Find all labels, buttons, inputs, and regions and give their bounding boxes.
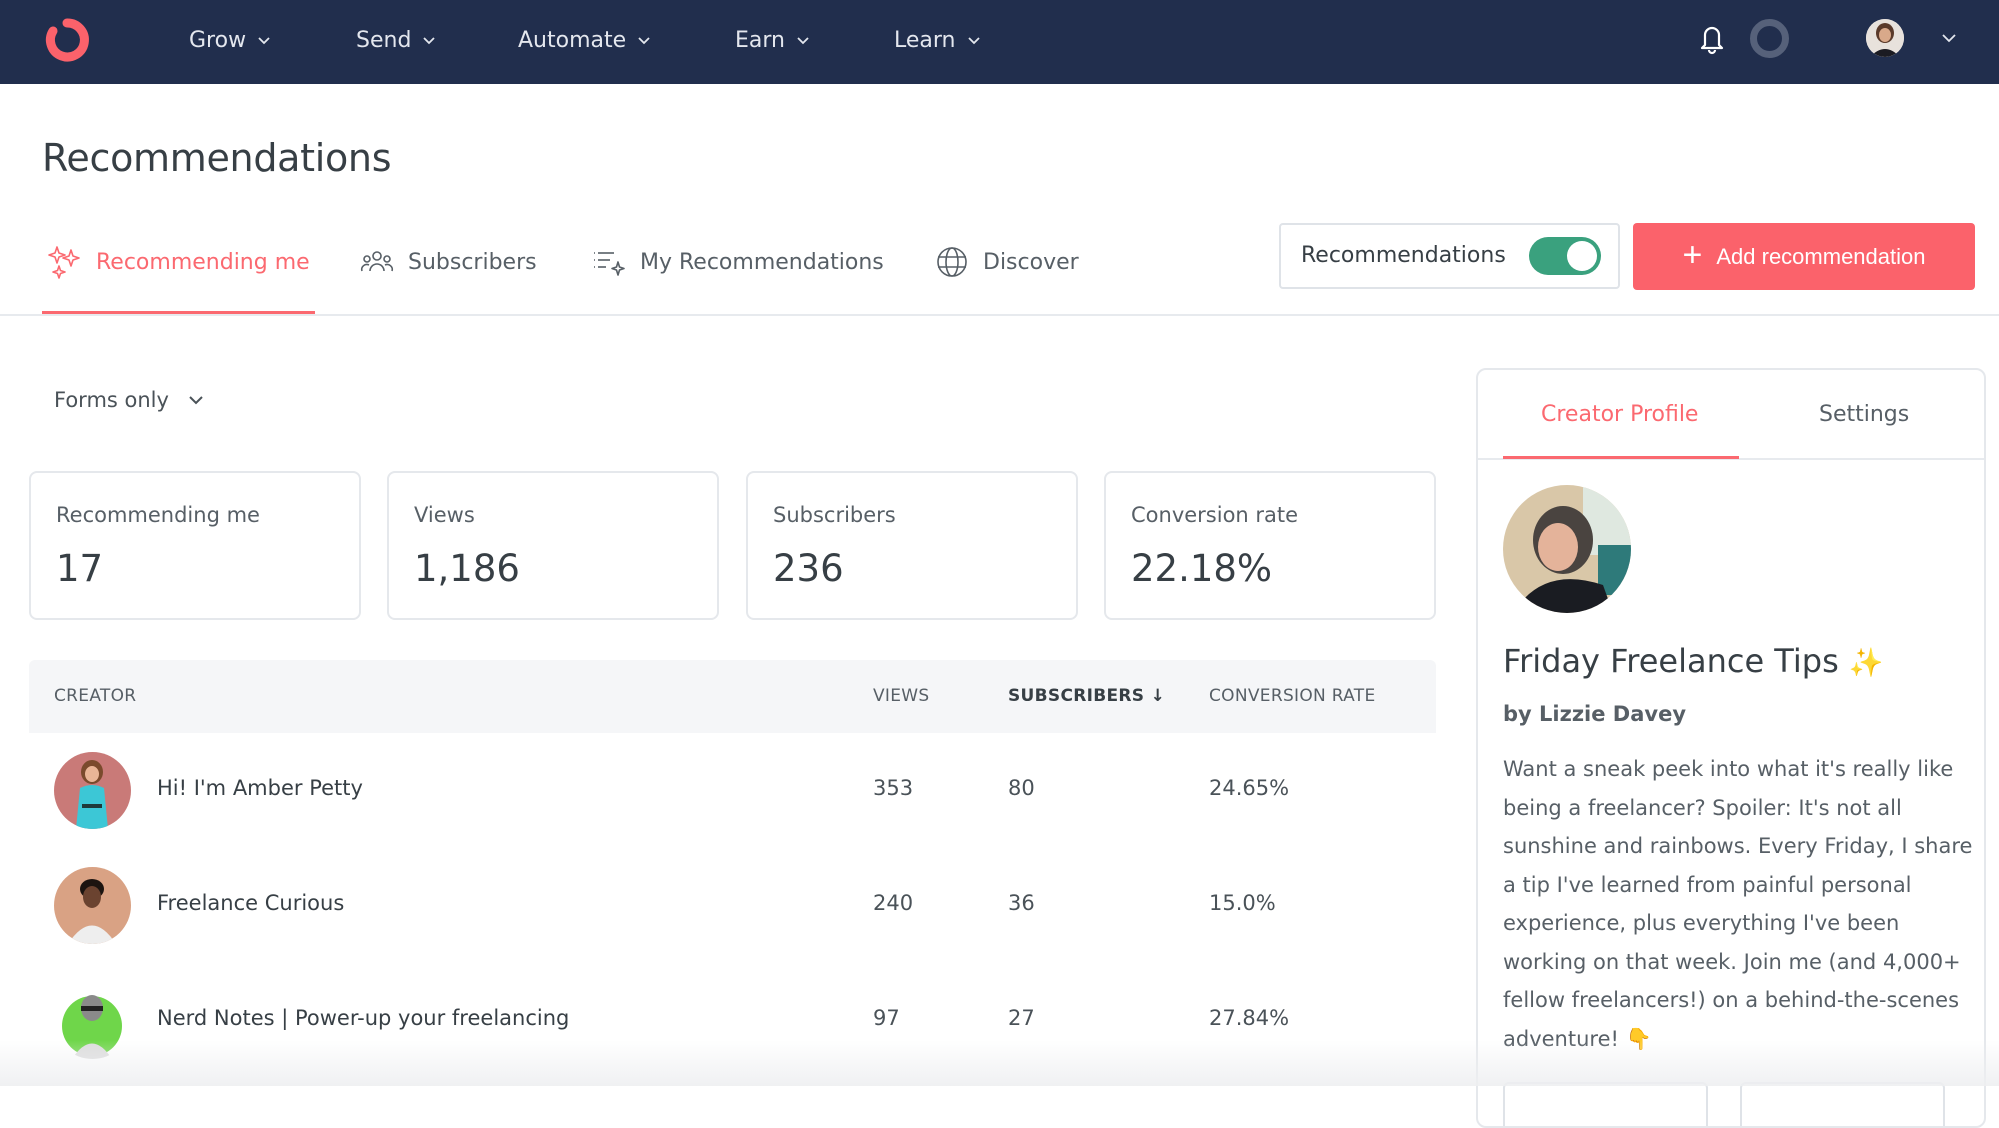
tab-label: Discover [983, 249, 1079, 275]
conversion-rate-cell: 24.65% [1209, 776, 1290, 800]
stat-label: Conversion rate [1131, 503, 1299, 527]
sort-arrow-down-icon: ↓ [1150, 686, 1166, 706]
creator-name[interactable]: Nerd Notes | Power-up your freelancing [157, 1006, 569, 1030]
chevron-down-icon[interactable] [1940, 30, 1958, 46]
sparkles-icon [48, 246, 80, 279]
panel-action-button[interactable] [1740, 1082, 1945, 1126]
table-header: CREATOR VIEWS SUBSCRIBERS ↓ CONVERSION R… [29, 660, 1436, 733]
recommendations-toggle-container: Recommendations [1279, 223, 1620, 289]
avatar-image-icon [54, 867, 131, 944]
tabs-divider [0, 314, 1999, 316]
users-icon [360, 251, 394, 272]
sparkles-icon: ✨ [1848, 646, 1884, 679]
nav-item-label: Grow [189, 27, 247, 53]
creator-profile-panel: Creator Profile Settings Friday Freelanc… [1476, 368, 1986, 1128]
subscribers-cell: 36 [1008, 891, 1035, 915]
toggle-label: Recommendations [1301, 243, 1506, 268]
user-avatar[interactable] [1866, 19, 1904, 57]
table-row[interactable]: Freelance Curious 240 36 15.0% [29, 848, 1436, 963]
column-header-views[interactable]: VIEWS [873, 686, 929, 706]
plus-icon: + [1682, 236, 1703, 274]
nav-item-automate[interactable]: Automate [518, 24, 652, 56]
nav-item-label: Learn [894, 27, 956, 53]
profile-title: Friday Freelance Tips ✨ [1503, 642, 1884, 680]
tab-my-recommendations[interactable]: My Recommendations [592, 244, 884, 280]
stat-value: 17 [56, 547, 104, 590]
profile-title-text: Friday Freelance Tips [1503, 642, 1839, 680]
stat-value: 236 [773, 547, 844, 590]
column-header-label: SUBSCRIBERS [1008, 686, 1145, 706]
tab-label: Subscribers [408, 249, 537, 275]
avatar-image-icon [54, 982, 131, 1059]
bell-icon[interactable] [1695, 20, 1729, 56]
nav-item-send[interactable]: Send [356, 24, 437, 56]
nav-item-learn[interactable]: Learn [894, 24, 982, 56]
list-sparkle-icon [594, 252, 625, 276]
views-cell: 97 [873, 1006, 900, 1030]
nav-item-grow[interactable]: Grow [189, 24, 272, 56]
stat-label: Views [414, 503, 475, 527]
column-header-conversion-rate[interactable]: CONVERSION RATE [1209, 686, 1376, 706]
top-navigation: Grow Send Automate Earn Learn [0, 0, 1999, 84]
views-cell: 240 [873, 891, 914, 915]
chevron-down-icon [423, 37, 436, 45]
stat-card-views: Views 1,186 [387, 471, 719, 620]
recommendations-toggle[interactable] [1529, 237, 1601, 275]
nav-item-label: Earn [735, 27, 785, 53]
creator-name[interactable]: Freelance Curious [157, 891, 344, 915]
stat-value: 22.18% [1131, 547, 1273, 590]
profile-avatar [1503, 485, 1631, 613]
creator-avatar [54, 867, 131, 944]
creator-avatar [54, 982, 131, 1059]
table-row[interactable]: Hi! I'm Amber Petty 353 80 24.65% [29, 733, 1436, 848]
chevron-down-icon [258, 37, 270, 45]
tab-recommending-me[interactable]: Recommending me [48, 244, 310, 280]
stat-card-conversion-rate: Conversion rate 22.18% [1104, 471, 1436, 620]
conversion-rate-cell: 27.84% [1209, 1006, 1290, 1030]
avatar-image-icon [1503, 485, 1631, 613]
add-recommendation-button[interactable]: + Add recommendation [1633, 223, 1975, 290]
views-cell: 353 [873, 776, 914, 800]
profile-author: by Lizzie Davey [1503, 702, 1687, 726]
subscribers-cell: 80 [1008, 776, 1035, 800]
column-header-creator[interactable]: CREATOR [54, 686, 136, 706]
stat-card-subscribers: Subscribers 236 [746, 471, 1078, 620]
chevron-down-icon [638, 37, 650, 45]
globe-icon [937, 247, 967, 277]
table-row[interactable]: Nerd Notes | Power-up your freelancing 9… [29, 963, 1436, 1078]
tab-label: Recommending me [96, 249, 310, 275]
panel-tab-settings[interactable]: Settings [1819, 402, 1909, 427]
panel-action-button[interactable] [1503, 1082, 1708, 1126]
chevron-down-icon [967, 37, 980, 45]
loading-ring-icon [1750, 19, 1789, 58]
tab-discover[interactable]: Discover [935, 244, 1079, 280]
toggle-knob [1567, 241, 1597, 271]
conversion-rate-cell: 15.0% [1209, 891, 1276, 915]
panel-tab-creator-profile[interactable]: Creator Profile [1541, 402, 1698, 427]
nav-item-label: Send [356, 27, 412, 53]
tab-subscribers[interactable]: Subscribers [360, 244, 537, 280]
stat-value: 1,186 [414, 547, 520, 590]
subscribers-cell: 27 [1008, 1006, 1035, 1030]
profile-description: Want a sneak peek into what it's really … [1503, 757, 1973, 1051]
avatar-image-icon [54, 752, 131, 829]
creator-avatar [54, 752, 131, 829]
nav-item-earn[interactable]: Earn [735, 24, 811, 56]
filter-selected-value: Forms only [54, 388, 169, 412]
stat-card-recommending-me: Recommending me 17 [29, 471, 361, 620]
avatar-image-icon [1866, 19, 1904, 57]
page-title: Recommendations [42, 136, 392, 180]
stat-label: Subscribers [773, 503, 896, 527]
stat-label: Recommending me [56, 503, 260, 527]
convertkit-logo-icon[interactable] [40, 13, 96, 65]
panel-active-tab-indicator [1503, 456, 1739, 459]
nav-item-label: Automate [518, 27, 627, 53]
chevron-down-icon [189, 396, 203, 405]
tab-label: My Recommendations [640, 249, 884, 275]
forms-filter-dropdown[interactable]: Forms only [54, 384, 205, 416]
add-recommendation-label: Add recommendation [1716, 243, 1926, 269]
chevron-down-icon [797, 37, 809, 45]
creator-name[interactable]: Hi! I'm Amber Petty [157, 776, 363, 800]
column-header-subscribers[interactable]: SUBSCRIBERS ↓ [1008, 686, 1165, 706]
